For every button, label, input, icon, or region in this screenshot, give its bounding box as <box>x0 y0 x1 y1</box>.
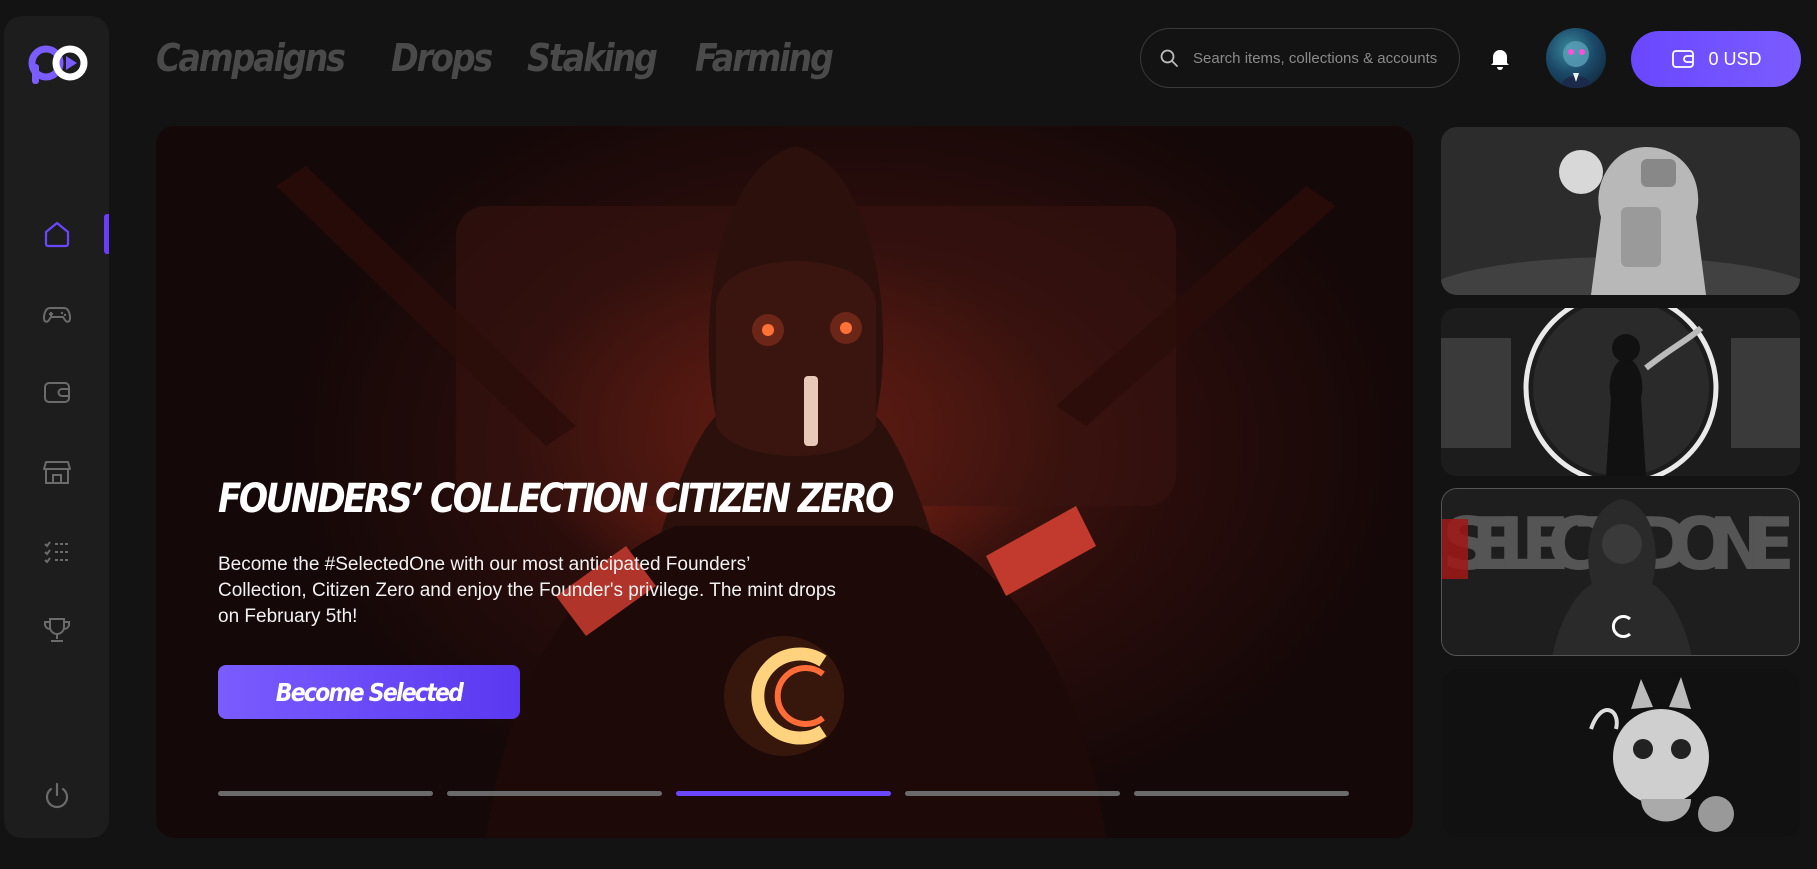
wallet-icon <box>43 382 70 403</box>
sidebar-item-home[interactable] <box>4 206 109 262</box>
sidebar-item-tasks[interactable] <box>4 524 109 580</box>
nav-campaigns[interactable]: Campaigns <box>156 36 346 80</box>
slide-indicator-4[interactable] <box>905 791 1120 796</box>
logout-button[interactable] <box>4 768 109 824</box>
checklist-icon <box>43 541 69 564</box>
card-creature[interactable] <box>1441 669 1800 837</box>
sidebar-item-games[interactable] <box>4 286 109 342</box>
card-robot[interactable] <box>1441 127 1800 295</box>
nav-farming[interactable]: Farming <box>695 36 834 80</box>
top-nav: Campaigns Drops Staking Farming <box>156 36 834 80</box>
sidebar-item-marketplace[interactable] <box>4 444 109 500</box>
avatar[interactable] <box>1546 28 1606 88</box>
balance-button[interactable]: 0 USD <box>1631 31 1801 87</box>
card-selected-one[interactable]: SELECTED ONE <box>1441 488 1800 656</box>
slide-indicator-1[interactable] <box>218 791 433 796</box>
sidebar <box>4 16 109 838</box>
card-portal-hero[interactable] <box>1441 308 1800 476</box>
nav-staking[interactable]: Staking <box>527 36 658 80</box>
store-icon <box>42 461 71 484</box>
carousel-indicators <box>218 791 1349 796</box>
hero-title: FOUNDERS’ COLLECTION CITIZEN ZERO <box>218 476 894 522</box>
search-icon <box>1160 49 1178 67</box>
bell-icon[interactable] <box>1486 44 1514 72</box>
robot-artwork <box>1441 127 1800 295</box>
home-icon <box>44 221 69 248</box>
gamepad-icon <box>42 307 71 323</box>
search-bar[interactable] <box>1140 28 1460 88</box>
become-selected-button[interactable]: Become Selected <box>218 665 520 719</box>
slide-indicator-5[interactable] <box>1134 791 1349 796</box>
active-indicator <box>104 214 109 254</box>
sidebar-item-rewards[interactable] <box>4 602 109 658</box>
portal-artwork <box>1441 308 1800 476</box>
slide-indicator-2[interactable] <box>447 791 662 796</box>
wallet-icon <box>1672 50 1695 68</box>
cta-label: Become Selected <box>275 677 464 707</box>
nav-drops[interactable]: Drops <box>391 36 493 80</box>
hero-description: Become the #SelectedOne with our most an… <box>218 554 836 627</box>
slide-indicator-3[interactable] <box>676 791 891 796</box>
balance-value: 0 USD <box>1708 48 1762 69</box>
logo-icon[interactable] <box>26 44 92 86</box>
sidebar-item-wallet[interactable] <box>4 364 109 420</box>
creature-artwork <box>1441 669 1800 837</box>
search-input[interactable] <box>1193 49 1453 67</box>
selected-one-artwork: SELECTED ONE <box>1442 489 1799 655</box>
power-icon <box>45 782 68 809</box>
trophy-icon <box>43 618 70 642</box>
hero-banner[interactable]: FOUNDERS’ COLLECTION CITIZEN ZERO Become… <box>156 126 1413 838</box>
